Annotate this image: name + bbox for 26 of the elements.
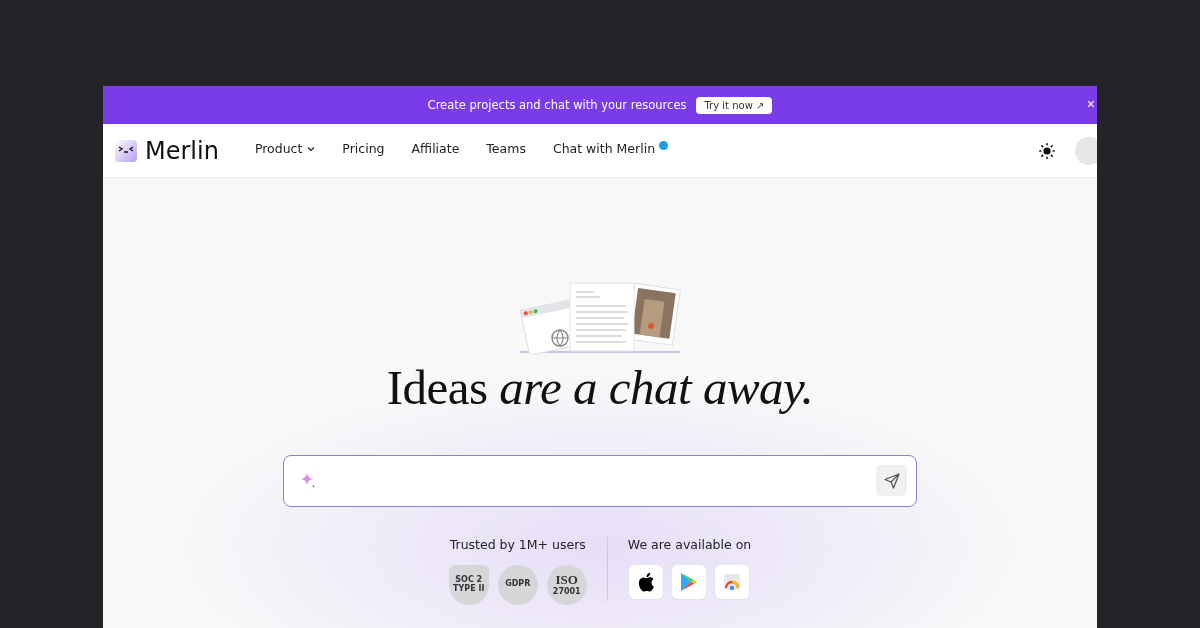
certification-badge: GDPR xyxy=(497,564,538,605)
chat-input-field[interactable] xyxy=(283,454,917,507)
nav-link[interactable]: Teams xyxy=(486,137,526,156)
nav-link[interactable]: Chat with Merlin xyxy=(552,137,669,156)
rainbow-store-icon xyxy=(722,571,743,592)
platform-button[interactable] xyxy=(629,564,664,599)
certification-badge: ISO 27001 xyxy=(546,564,587,605)
close-button[interactable]: × xyxy=(1084,96,1097,112)
nav-link[interactable]: Affiliate xyxy=(411,137,460,156)
platforms-title: We are available on xyxy=(627,536,752,552)
send-button[interactable] xyxy=(876,465,907,497)
notification-dot xyxy=(659,141,669,150)
apple-icon xyxy=(637,571,656,592)
nav-link[interactable]: Product xyxy=(254,137,316,156)
logo-icon xyxy=(115,139,137,162)
logo-text[interactable]: Merlin xyxy=(145,136,219,165)
send-icon xyxy=(883,472,900,489)
sun-icon[interactable] xyxy=(1039,142,1055,159)
caret-icon xyxy=(307,145,316,152)
play-triangle-icon xyxy=(680,571,699,592)
try-it-now-button[interactable]: Try it now ↗ xyxy=(696,96,773,114)
nav-link[interactable]: Pricing xyxy=(342,137,385,156)
certification-badge: SOC 2 TYPE II xyxy=(448,564,489,605)
trust-title: Trusted by 1M+ users xyxy=(449,536,586,552)
banner-text: Create projects and chat with your resources xyxy=(427,98,687,112)
hero-heading: Ideas are a chat away. xyxy=(386,361,814,415)
